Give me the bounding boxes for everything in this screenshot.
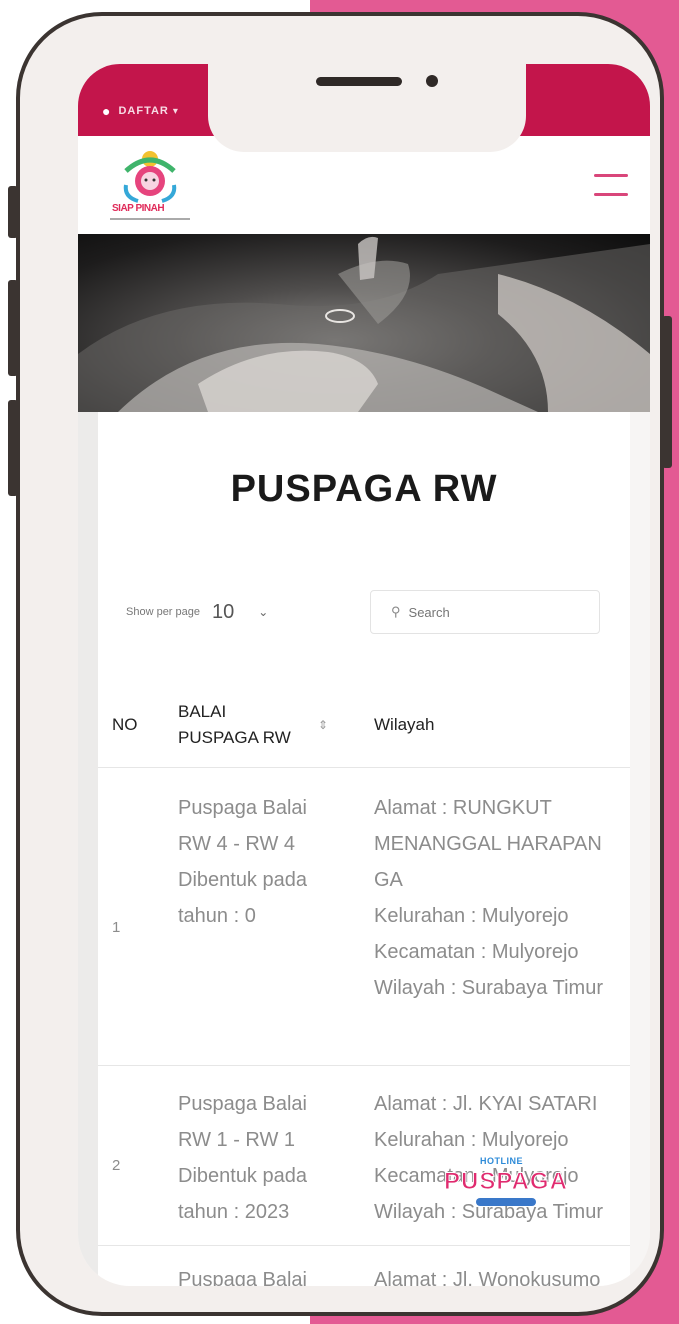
show-per-page-label: Show per page <box>126 606 200 618</box>
balai-line: Dibentuk pada <box>178 869 307 891</box>
wilayah-line: Alamat : Jl. Wonokusumo <box>374 1269 601 1286</box>
search-box[interactable]: ⚲ <box>370 590 600 634</box>
wilayah-cell: Alamat : RUNGKUT MENANGGAL HARAPAN GA Ke… <box>356 790 630 1065</box>
column-header-no[interactable]: NO <box>98 715 156 735</box>
table-header-row: NO BALAI PUSPAGA RW ⇕ Wilayah <box>98 682 630 768</box>
hands-photo <box>78 236 650 412</box>
balai-line: Puspaga Balai <box>178 1093 307 1115</box>
chevron-down-icon[interactable]: ▾ <box>173 106 178 117</box>
row-number <box>98 1262 156 1286</box>
table-row: Puspaga Balai Alamat : Jl. Wonokusumo <box>98 1246 630 1286</box>
puspaga-label: PUSPAGA <box>444 1168 568 1196</box>
balai-line: Dibentuk pada <box>178 1165 307 1187</box>
column-header-balai-label: BALAI PUSPAGA RW <box>178 701 291 747</box>
wilayah-line: Alamat : RUNGKUT <box>374 797 552 819</box>
hotline-label: HOTLINE <box>480 1156 523 1166</box>
balai-line: Puspaga Balai <box>178 1269 307 1286</box>
per-page-select[interactable]: 10 ⌄ <box>206 598 302 626</box>
daftar-link[interactable]: DAFTAR <box>118 105 168 117</box>
balai-line: tahun : 0 <box>178 905 256 927</box>
hamburger-bar <box>594 174 628 177</box>
wilayah-line: GA <box>374 869 403 891</box>
camera-icon <box>426 75 438 87</box>
balai-cell: Puspaga Balai RW 1 - RW 1 Dibentuk pada … <box>156 1086 356 1245</box>
phone-frame: ● DAFTAR ▾ SIAP PINAH PUSPAGA RW Show pe… <box>16 12 664 1316</box>
site-logo[interactable]: SIAP PINAH <box>104 145 194 225</box>
show-per-page: Show per page 10 ⌄ <box>126 598 302 626</box>
badge-ribbon <box>476 1198 536 1206</box>
row-number: 1 <box>112 918 121 936</box>
content-gutter <box>78 412 98 1286</box>
wilayah-line: MENANGGAL HARAPAN <box>374 833 602 855</box>
balai-line: tahun : 2023 <box>178 1201 290 1223</box>
balai-cell: Puspaga Balai RW 4 - RW 4 Dibentuk pada … <box>156 790 356 1065</box>
sort-icon[interactable]: ⇕ <box>318 718 328 732</box>
wilayah-line: Wilayah : Surabaya Timur <box>374 977 603 999</box>
balai-cell: Puspaga Balai <box>156 1262 356 1286</box>
speaker-icon <box>316 77 402 86</box>
per-page-value: 10 <box>212 600 235 623</box>
search-icon: ⚲ <box>391 604 401 619</box>
wilayah-line: Kecamatan : Mulyorejo <box>374 941 579 963</box>
phone-screen: ● DAFTAR ▾ SIAP PINAH PUSPAGA RW Show pe… <box>78 64 650 1286</box>
column-header-balai[interactable]: BALAI PUSPAGA RW ⇕ <box>156 699 356 751</box>
balai-line: RW 4 - RW 4 <box>178 833 296 855</box>
hamburger-icon[interactable] <box>594 174 628 196</box>
chevron-down-icon: ⌄ <box>258 605 269 619</box>
phone-notch <box>208 64 526 152</box>
hotline-puspaga-badge[interactable]: HOTLINE PUSPAGA <box>444 1152 568 1218</box>
wilayah-cell: Alamat : Jl. Wonokusumo <box>356 1262 630 1286</box>
page-title: PUSPAGA RW <box>230 468 498 510</box>
wilayah-line: Kelurahan : Mulyorejo <box>374 905 569 927</box>
column-header-wilayah[interactable]: Wilayah <box>356 715 630 735</box>
row-number: 2 <box>112 1156 121 1174</box>
logo-text: SIAP PINAH <box>112 203 165 214</box>
search-input[interactable] <box>408 604 589 620</box>
balai-line: Puspaga Balai <box>178 797 307 819</box>
user-icon: ● <box>102 103 111 119</box>
wilayah-line: Alamat : Jl. KYAI SATARI <box>374 1093 598 1115</box>
table-row: 1 Puspaga Balai RW 4 - RW 4 Dibentuk pad… <box>98 768 630 1066</box>
hamburger-bar <box>594 193 628 196</box>
balai-line: RW 1 - RW 1 <box>178 1129 296 1151</box>
hero-image <box>78 234 650 412</box>
